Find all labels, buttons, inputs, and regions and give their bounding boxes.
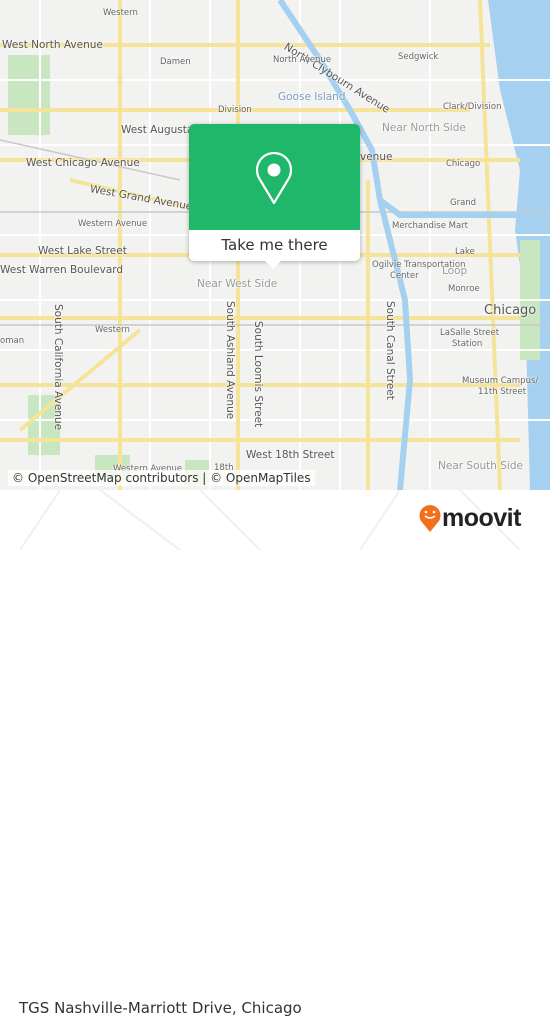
map-label: Loop xyxy=(442,265,468,277)
map-label: Division xyxy=(218,105,252,115)
map-label: North Avenue xyxy=(273,55,332,65)
map-label: South California Avenue xyxy=(52,304,64,431)
map-label: South Canal Street xyxy=(384,301,396,400)
map-label: Station xyxy=(452,339,483,349)
map-label: oman xyxy=(0,336,25,346)
map-label: Clark/Division xyxy=(443,102,502,112)
map-label: Lake xyxy=(455,247,475,257)
map-label: West North Avenue xyxy=(2,39,103,51)
moovit-logo[interactable]: moovit xyxy=(418,503,521,533)
destination-popup[interactable]: Take me there xyxy=(189,124,360,269)
location-title: TGS Nashville-Marriott Drive, Chicago xyxy=(19,999,302,1017)
moovit-pin-icon xyxy=(419,505,441,532)
map-label: West 18th Street xyxy=(246,449,335,461)
moovit-logo-text: moovit xyxy=(442,503,521,532)
map-label: Goose Island xyxy=(278,91,346,103)
take-me-there-button[interactable]: Take me there xyxy=(189,230,360,261)
map-pin-icon xyxy=(255,152,293,205)
map-label: South Ashland Avenue xyxy=(224,301,236,420)
map-label: Merchandise Mart xyxy=(392,221,469,231)
map-label: Sedgwick xyxy=(398,52,439,62)
map-label: LaSalle Street xyxy=(440,328,500,338)
map-label: West Warren Boulevard xyxy=(0,264,124,276)
map-label: Museum Campus/ xyxy=(462,376,539,386)
map-label: Western xyxy=(95,325,130,335)
map-label: West Augusta xyxy=(121,124,194,136)
map-label: Near North Side xyxy=(382,122,466,134)
map-label: Near West Side xyxy=(197,278,278,290)
map-label: Chicago xyxy=(484,303,537,318)
map-label: Center xyxy=(390,271,419,281)
map-label: West Lake Street xyxy=(38,245,127,257)
map-label: Western Avenue xyxy=(78,219,148,229)
map-label: Monroe xyxy=(448,284,480,294)
map-label: South Loomis Street xyxy=(252,321,264,428)
park xyxy=(8,55,50,135)
map-label: Damen xyxy=(160,57,191,67)
map-label: Western xyxy=(103,8,138,18)
popup-tail xyxy=(265,261,281,269)
map-label: venue xyxy=(360,151,393,163)
map-label: Grand xyxy=(450,198,477,208)
popup-header xyxy=(189,124,360,230)
map-label: Chicago xyxy=(446,159,481,169)
map-label: 11th Street xyxy=(478,387,527,397)
map[interactable]: Western West North Avenue North Clybourn… xyxy=(0,0,550,490)
map-label: West Chicago Avenue xyxy=(26,157,140,169)
map-attribution[interactable]: © OpenStreetMap contributors | © OpenMap… xyxy=(8,470,315,486)
map-label: Near South Side xyxy=(438,460,523,472)
